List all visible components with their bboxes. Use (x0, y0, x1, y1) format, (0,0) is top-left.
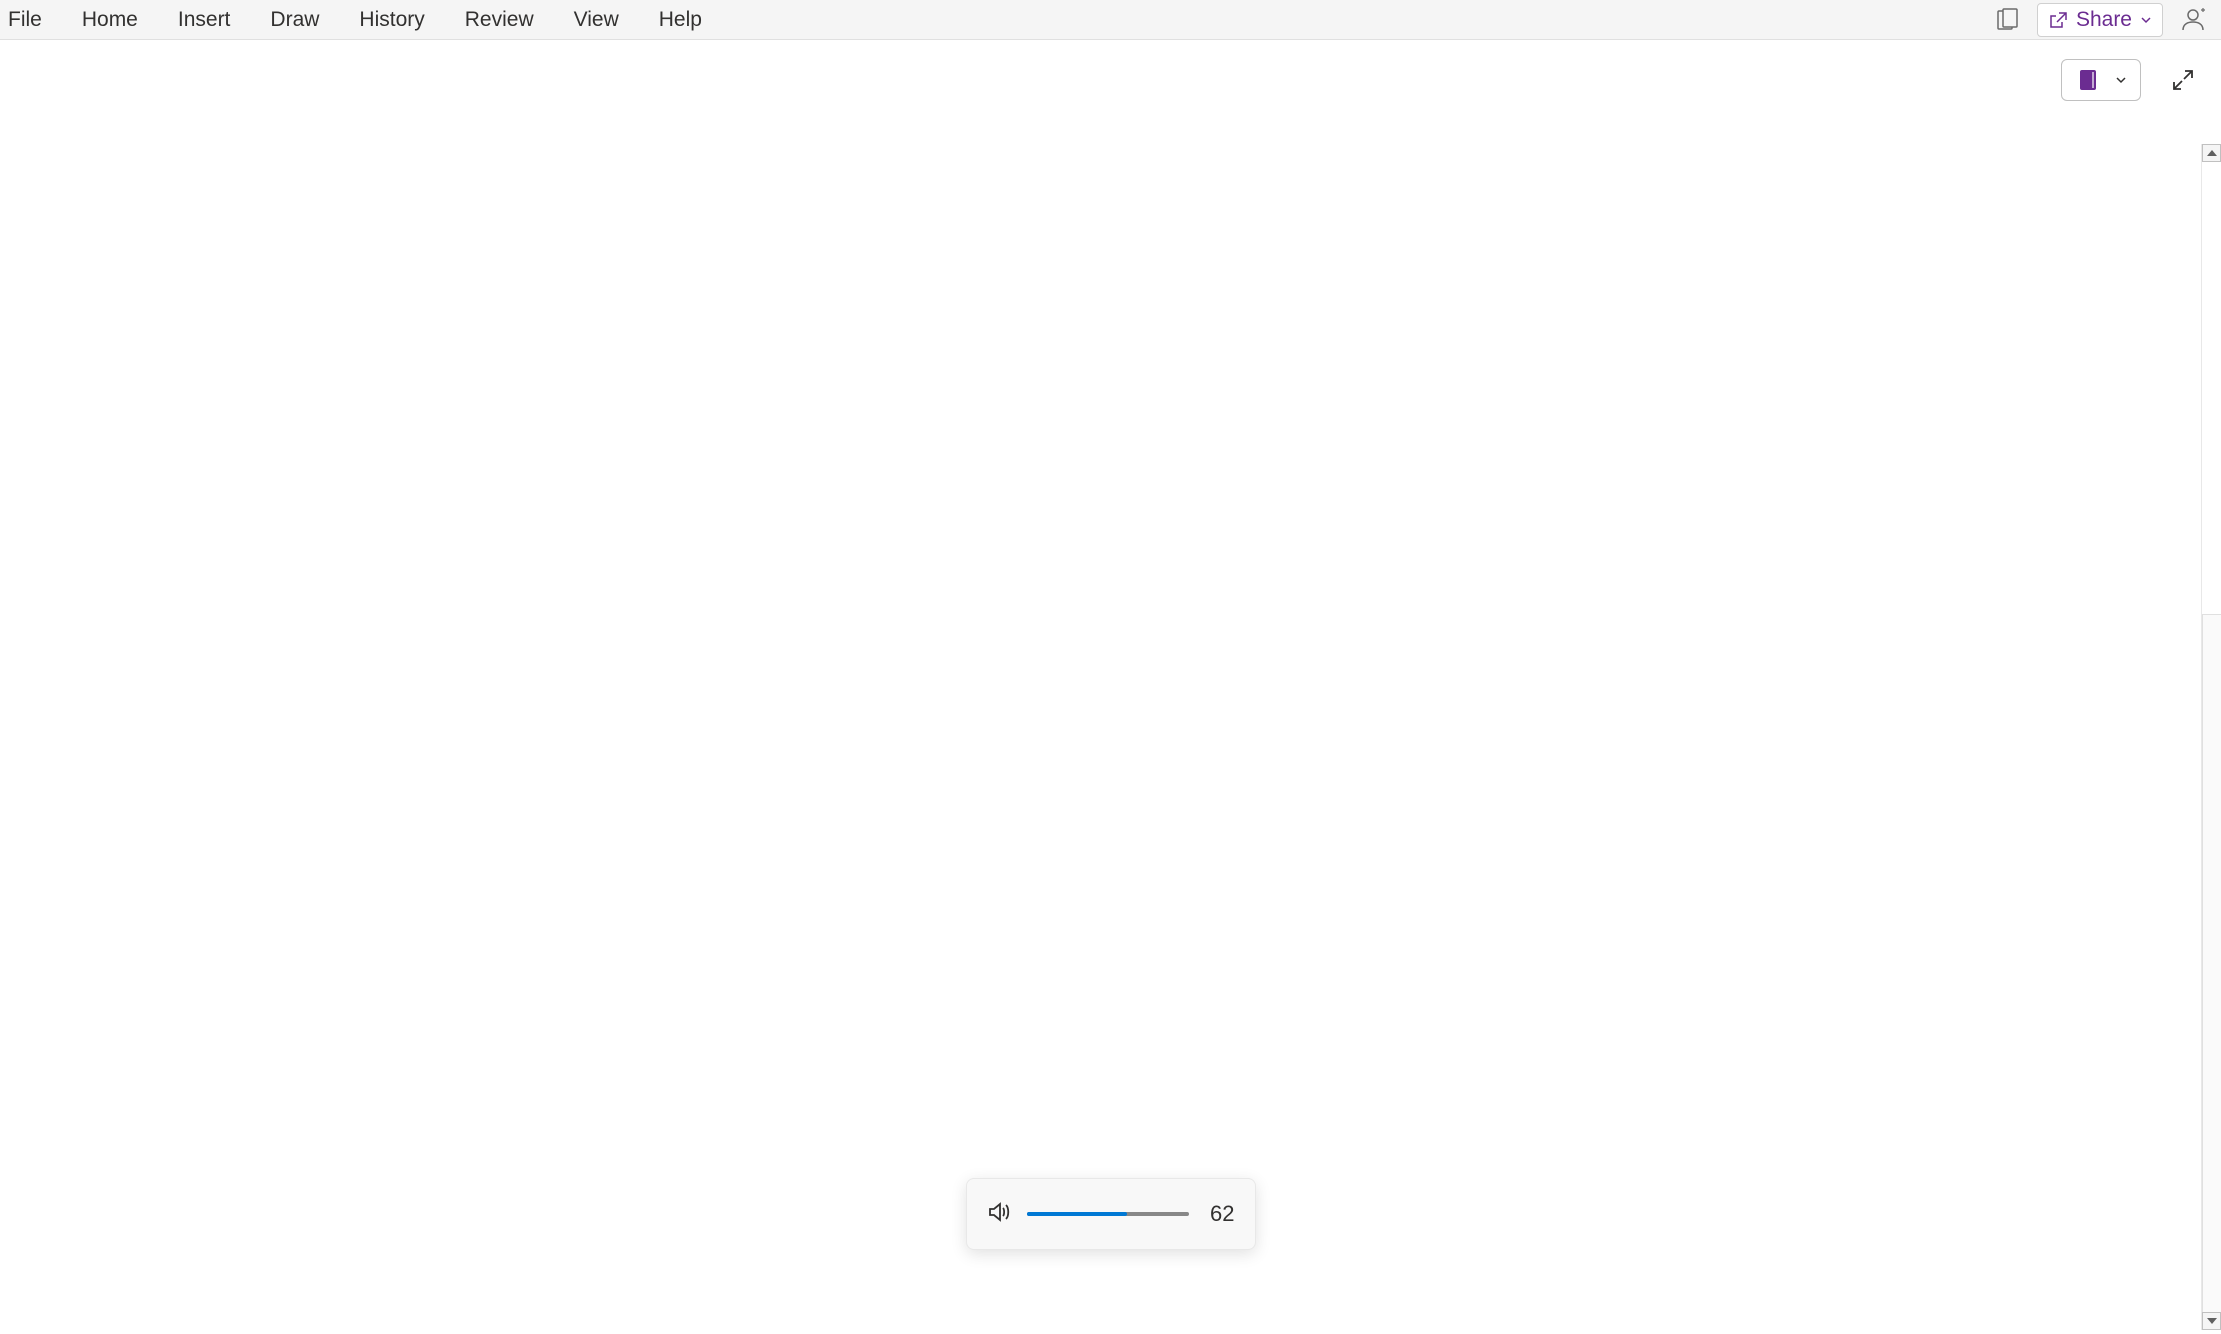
sub-toolbar (0, 52, 2221, 108)
chevron-down-icon (2140, 14, 2152, 26)
menu-review[interactable]: Review (445, 0, 554, 40)
menu-home[interactable]: Home (62, 0, 158, 40)
scrollbar-arrow-down[interactable] (2202, 1312, 2221, 1330)
triangle-up-icon (2207, 150, 2217, 156)
volume-slider-fill (1027, 1212, 1127, 1216)
volume-value: 62 (1205, 1201, 1235, 1227)
scrollbar-track[interactable] (2202, 614, 2221, 1312)
menu-draw[interactable]: Draw (250, 0, 339, 40)
chevron-down-icon (2114, 73, 2128, 87)
volume-osd: 62 (966, 1178, 1256, 1250)
menu-view[interactable]: View (554, 0, 639, 40)
menu-history[interactable]: History (339, 0, 444, 40)
vertical-scrollbar[interactable] (2201, 144, 2221, 1330)
menu-insert[interactable]: Insert (158, 0, 251, 40)
share-icon (2048, 10, 2068, 30)
notebook-icon (2074, 66, 2102, 94)
menu-right: Share (1989, 2, 2217, 38)
share-button-label: Share (2076, 8, 2132, 32)
person-icon-button[interactable] (2175, 2, 2211, 38)
share-button[interactable]: Share (2037, 3, 2163, 37)
feed-icon (1995, 8, 2019, 32)
menu-left: File Home Insert Draw History Review Vie… (4, 0, 722, 40)
speaker-icon[interactable] (987, 1200, 1011, 1229)
person-icon (2179, 6, 2207, 34)
notebook-dropdown[interactable] (2061, 59, 2141, 101)
volume-slider[interactable] (1027, 1212, 1189, 1216)
scrollbar-arrow-up[interactable] (2202, 144, 2221, 162)
expand-button[interactable] (2165, 62, 2201, 98)
feed-icon-button[interactable] (1989, 2, 2025, 38)
menu-help[interactable]: Help (639, 0, 722, 40)
menu-file[interactable]: File (4, 0, 62, 40)
expand-icon (2172, 69, 2194, 91)
triangle-down-icon (2207, 1318, 2217, 1324)
menu-bar: File Home Insert Draw History Review Vie… (0, 0, 2221, 40)
